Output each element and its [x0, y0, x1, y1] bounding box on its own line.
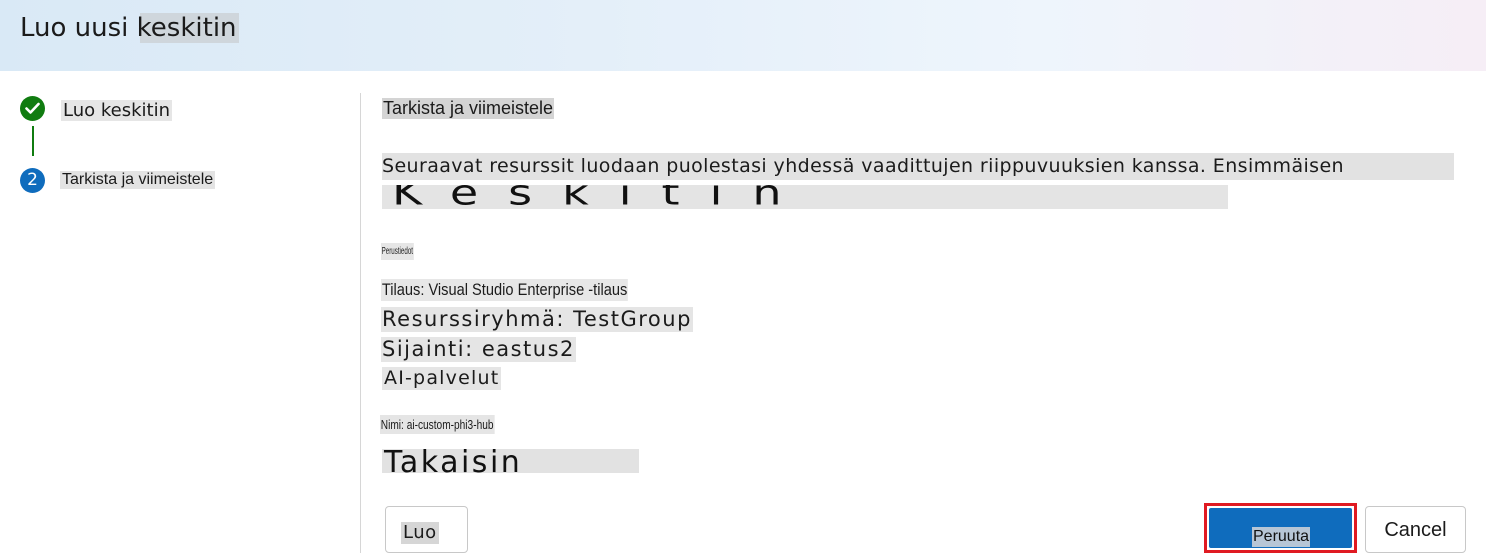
cancel-button[interactable]: Cancel [1365, 506, 1466, 553]
step-number-badge: 2 [20, 168, 45, 193]
back-link-label: Takaisin [384, 449, 523, 473]
highlight-frame: Peruuta [1204, 503, 1357, 553]
dialog-title: Luo uusi keskitin [18, 13, 239, 43]
location-value: Sijainti: eastus2 [381, 337, 576, 362]
step-label-create-hub: Luo keskitin [61, 100, 172, 121]
create-hub-dialog: Luo uusi keskitin Luo keskitin 2 Tarkist… [0, 0, 1486, 556]
intro-text: Seuraavat resurssit luodaan puolestasi y… [382, 153, 1454, 180]
create-button[interactable]: Luo [385, 506, 468, 553]
create-button-label: Luo [401, 522, 439, 544]
subscription-value: Tilaus: Visual Studio Enterprise -tilaus [381, 279, 629, 301]
hub-name-value: Nimi: ai-custom-phi3-hub [380, 415, 495, 434]
primary-button[interactable]: Peruuta [1209, 508, 1352, 548]
dialog-header: Luo uusi keskitin [0, 0, 1486, 71]
section-heading: Tarkista ja viimeistele [382, 98, 555, 119]
resource-group-value: Resurssiryhmä: TestGroup [381, 307, 693, 332]
vertical-divider [360, 93, 361, 553]
back-link[interactable]: Takaisin [382, 449, 639, 473]
step-label-review-finish: Tarkista ja viimeistele [60, 171, 216, 189]
checkmark-icon [20, 96, 45, 121]
basics-label: Perustiedot [381, 243, 414, 260]
ai-services-heading: AI-palvelut [382, 367, 502, 390]
hub-section-title: Keskitin [382, 185, 1228, 209]
primary-button-label: Peruuta [1252, 527, 1311, 547]
step-connector [32, 126, 34, 156]
hub-section-title-text: Keskitin [392, 185, 812, 209]
